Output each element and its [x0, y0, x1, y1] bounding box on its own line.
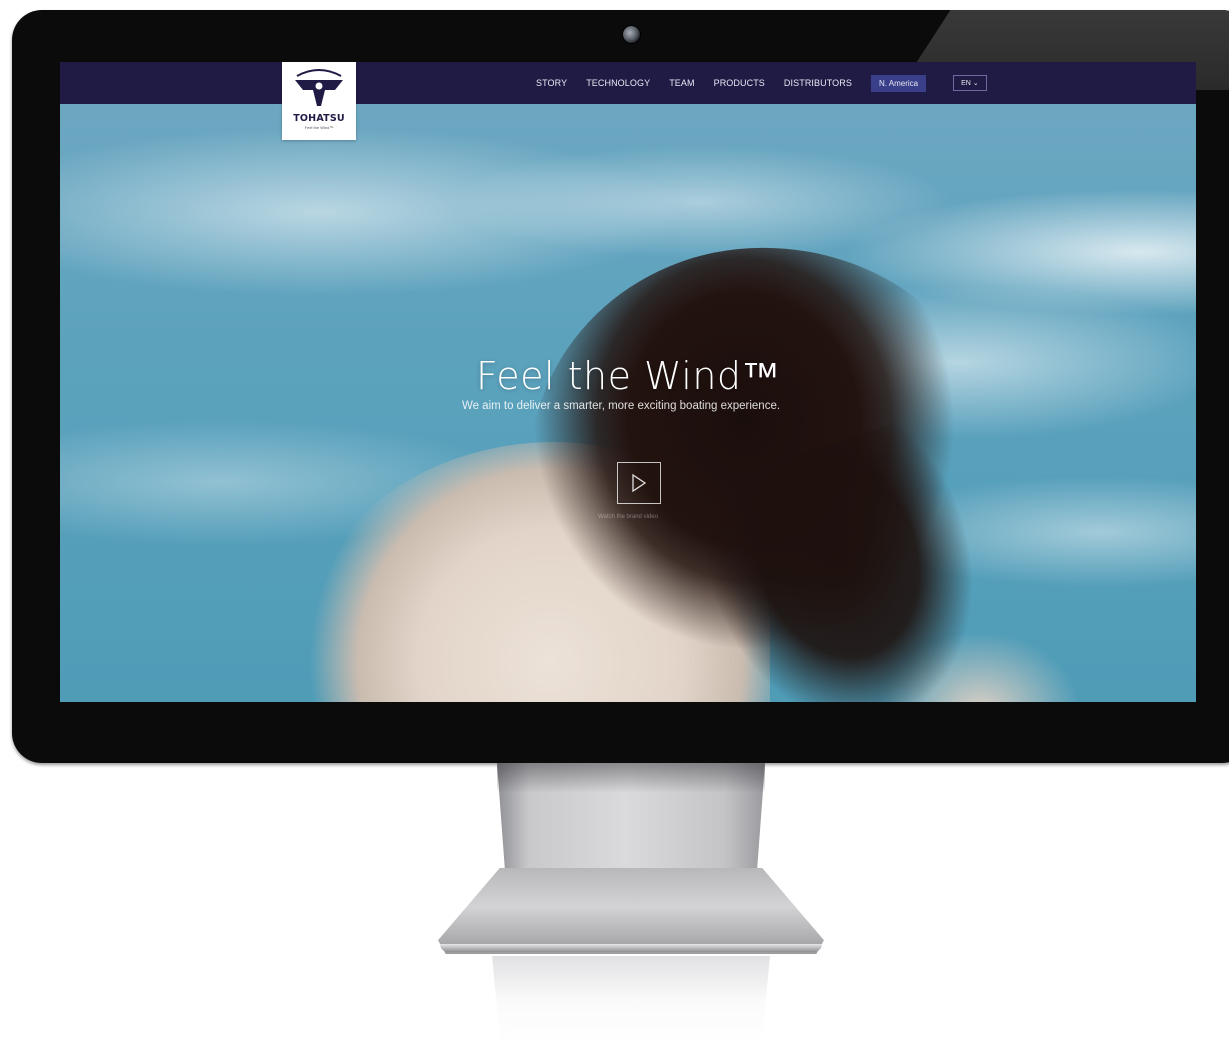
brand-logo[interactable]: TOHATSU Feel the Wind™ — [282, 62, 356, 140]
tohatsu-logo-icon — [295, 69, 343, 106]
hero-subtitle: We aim to deliver a smarter, more exciti… — [461, 400, 781, 412]
nav-link-distributors[interactable]: DISTRIBUTORS — [784, 78, 852, 88]
camera-icon — [622, 25, 641, 44]
language-selector[interactable]: EN ⌄ — [953, 75, 987, 91]
region-selector-button[interactable]: N. America — [870, 74, 927, 92]
nav-link-products[interactable]: PRODUCTS — [714, 78, 765, 88]
main-nav: STORY TECHNOLOGY TEAM PRODUCTS DISTRIBUT… — [536, 62, 987, 104]
hero-title: Feel the Wind™ — [475, 354, 781, 398]
play-icon — [632, 473, 647, 493]
monitor-stand-base — [438, 868, 824, 954]
play-video-caption: Watch the brand video — [598, 514, 658, 520]
monitor-bezel: TOHATSU Feel the Wind™ STORY TECHNOLOGY … — [12, 10, 1229, 763]
logo-brand-name: TOHATSU — [293, 113, 345, 124]
nav-link-story[interactable]: STORY — [536, 78, 567, 88]
monitor-stand-shadow — [497, 763, 765, 793]
nav-link-technology[interactable]: TECHNOLOGY — [586, 78, 650, 88]
monitor-stand-reflection — [492, 956, 770, 1044]
logo-tagline: Feel the Wind™ — [304, 125, 334, 130]
nav-link-team[interactable]: TEAM — [669, 78, 694, 88]
monitor-stand-base-edge — [440, 944, 822, 952]
website-screen: TOHATSU Feel the Wind™ STORY TECHNOLOGY … — [60, 62, 1196, 702]
play-video-button[interactable] — [617, 462, 661, 504]
hero-section: Feel the Wind™ We aim to deliver a smart… — [60, 354, 1196, 412]
top-navigation-bar: TOHATSU Feel the Wind™ STORY TECHNOLOGY … — [60, 62, 1196, 140]
